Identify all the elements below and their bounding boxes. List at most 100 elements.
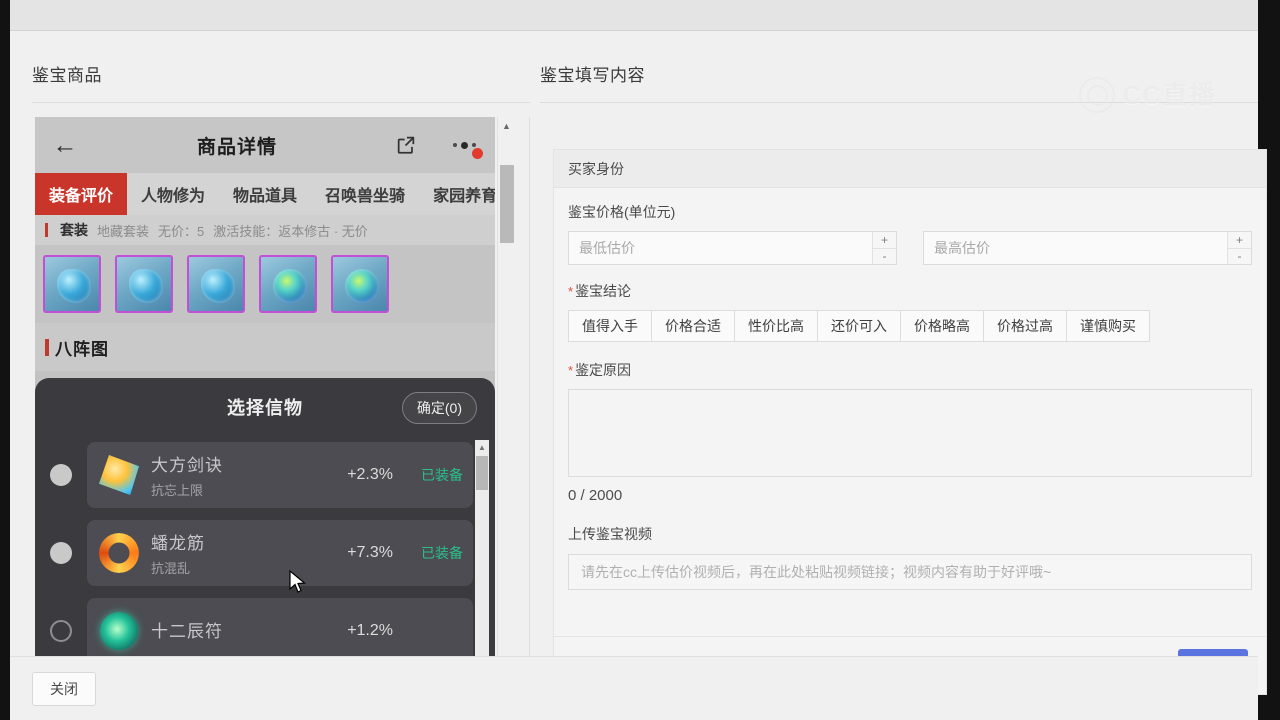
row-radio-unselected[interactable] <box>35 620 87 642</box>
item-name: 大方剑诀 <box>151 456 223 475</box>
video-link-input[interactable] <box>581 564 1239 580</box>
video-link-field[interactable] <box>568 554 1252 590</box>
notification-badge-dot <box>472 147 483 159</box>
left-panel-title: 鉴宝商品 <box>32 66 102 85</box>
close-button[interactable]: 关闭 <box>32 671 96 706</box>
cc-watermark-text: CC直播 <box>1122 80 1216 110</box>
cc-logo-icon <box>1079 77 1116 113</box>
equip-armor-icon[interactable] <box>115 255 173 313</box>
item-percent: +2.3% <box>347 466 393 483</box>
form-body: 鉴宝价格(单位元) + - + - <box>554 188 1266 590</box>
dialog-footer: 关闭 <box>10 656 1258 720</box>
form-section-header: 买家身份 <box>554 150 1266 188</box>
item-name: 蟠龙筋 <box>151 534 205 553</box>
more-dots-icon[interactable] <box>433 141 495 159</box>
item-attr: 抗混乱 <box>151 561 191 576</box>
appraisal-dialog: 鉴宝商品 鉴宝填写内容 CC直播 ← 商品详情 装备评价 人物修为 物品道具 召… <box>10 31 1267 720</box>
item-percent: +7.3% <box>347 544 393 561</box>
tab-items-props[interactable]: 物品道具 <box>219 173 311 215</box>
max-price-field[interactable]: + - <box>923 231 1252 265</box>
phone-tab-bar: 装备评价 人物修为 物品道具 召唤兽坐骑 家园养育 <box>35 173 495 215</box>
conclusion-option-3[interactable]: 还价可入 <box>817 310 900 342</box>
appraisal-form-card: 买家身份 鉴宝价格(单位元) + - + <box>553 149 1267 695</box>
max-price-input[interactable] <box>924 232 1227 264</box>
max-price-stepper[interactable]: + - <box>1227 232 1251 264</box>
item-equipped-badge: 已装备 <box>421 545 463 561</box>
equip-ring-icon[interactable] <box>259 255 317 313</box>
item-equipped-badge: 已装备 <box>421 467 463 483</box>
max-price-increment[interactable]: + <box>1228 232 1251 249</box>
item-percent: +1.2% <box>347 622 393 639</box>
arrow-left-icon[interactable]: ← <box>35 132 95 158</box>
modal-header: 选择信物 确定(0) <box>35 378 495 436</box>
suit-accent-mark <box>45 223 48 237</box>
tab-pets-mounts[interactable]: 召唤兽坐骑 <box>311 173 419 215</box>
conclusion-label: * 鉴宝结论 <box>568 281 1252 301</box>
video-label: 上传鉴宝视频 <box>568 526 652 542</box>
select-token-modal: 选择信物 确定(0) 大方剑诀 抗忘上限 +2.3% 已装备 蟠龙筋 抗混乱 +… <box>35 378 495 667</box>
item-attr: 抗忘上限 <box>151 483 204 498</box>
modal-scroll-thumb[interactable] <box>476 456 488 490</box>
screen-root: 鉴宝商品 鉴宝填写内容 CC直播 ← 商品详情 装备评价 人物修为 物品道具 召… <box>0 0 1280 720</box>
phone-page-title: 商品详情 <box>196 136 277 158</box>
left-scroll-thumb[interactable] <box>500 165 514 243</box>
price-label: 鉴宝价格(单位元) <box>568 204 676 220</box>
reason-label-text: 鉴定原因 <box>575 362 632 378</box>
share-external-icon[interactable] <box>379 134 433 156</box>
tab-equipment-review[interactable]: 装备评价 <box>35 173 128 215</box>
equip-ring2-icon[interactable] <box>331 255 389 313</box>
max-price-decrement[interactable]: - <box>1228 248 1251 264</box>
required-asterisk: * <box>568 362 574 378</box>
conclusion-option-1[interactable]: 价格合适 <box>651 310 734 342</box>
conclusion-option-6[interactable]: 谨慎购买 <box>1066 310 1150 342</box>
scroll-up-icon[interactable]: ▲ <box>498 117 515 134</box>
section-bazhentu: 八阵图 <box>35 323 495 371</box>
product-preview-phone: ← 商品详情 装备评价 人物修为 物品道具 召唤兽坐骑 家园养育 套装 地藏套装… <box>35 117 495 667</box>
min-price-stepper[interactable]: + - <box>872 232 896 264</box>
talisman-icon <box>97 609 141 653</box>
list-item[interactable]: 蟠龙筋 抗混乱 +7.3% 已装备 <box>35 514 495 592</box>
suit-price: 无价：5 <box>158 223 205 239</box>
price-row: + - + - <box>568 231 1252 265</box>
tab-homestead[interactable]: 家园养育 <box>419 173 495 215</box>
reason-textarea-wrap[interactable] <box>568 389 1252 477</box>
tab-character-cultivation[interactable]: 人物修为 <box>127 173 219 215</box>
equip-weapon-icon[interactable] <box>187 255 245 313</box>
row-radio-selected[interactable] <box>35 464 87 486</box>
min-price-decrement[interactable]: - <box>873 248 896 264</box>
conclusion-label-text: 鉴宝结论 <box>575 283 632 299</box>
conclusion-options: 值得入手 价格合适 性价比高 还价可入 价格略高 价格过高 谨慎购买 <box>568 310 1252 342</box>
modal-scrollbar[interactable]: ▲ ▼ <box>475 440 489 665</box>
suit-info-bar: 套装 地藏套装 无价：5 激活技能：返本修古 · 无价 <box>35 215 495 245</box>
token-list: 大方剑诀 抗忘上限 +2.3% 已装备 蟠龙筋 抗混乱 +7.3% 已装备 十二… <box>35 436 495 667</box>
ring-icon <box>97 531 141 575</box>
right-header-divider <box>540 102 1258 103</box>
modal-confirm-button[interactable]: 确定(0) <box>401 392 477 424</box>
conclusion-option-4[interactable]: 价格略高 <box>900 310 983 342</box>
left-header-divider <box>32 102 530 103</box>
equip-necklace-icon[interactable] <box>43 255 101 313</box>
list-item[interactable]: 大方剑诀 抗忘上限 +2.3% 已装备 <box>35 436 495 514</box>
section-title: 八阵图 <box>55 339 109 359</box>
item-name: 十二辰符 <box>151 621 223 641</box>
reason-textarea[interactable] <box>569 390 1251 476</box>
suit-skill: 激活技能：返本修古 · 无价 <box>213 223 368 239</box>
panel-divider <box>529 117 530 689</box>
dialog-header-row: 鉴宝商品 鉴宝填写内容 CC直播 <box>10 31 1258 113</box>
scroll-up-icon[interactable]: ▲ <box>475 440 489 454</box>
browser-top-strip <box>10 0 1258 31</box>
conclusion-option-0[interactable]: 值得入手 <box>568 310 651 342</box>
left-panel-scrollbar[interactable]: ▲ ▼ <box>497 117 515 667</box>
min-price-increment[interactable]: + <box>873 232 896 249</box>
window-frame-left <box>0 0 10 720</box>
suit-name: 地藏套装 <box>97 223 150 239</box>
scroll-icon <box>97 453 141 497</box>
min-price-input[interactable] <box>569 232 872 264</box>
min-price-field[interactable]: + - <box>568 231 897 265</box>
conclusion-option-2[interactable]: 性价比高 <box>734 310 817 342</box>
row-radio-selected[interactable] <box>35 542 87 564</box>
section-accent-mark <box>45 338 49 356</box>
conclusion-option-5[interactable]: 价格过高 <box>983 310 1066 342</box>
suit-tag: 套装 <box>60 222 88 238</box>
equipment-icon-row <box>35 245 495 323</box>
